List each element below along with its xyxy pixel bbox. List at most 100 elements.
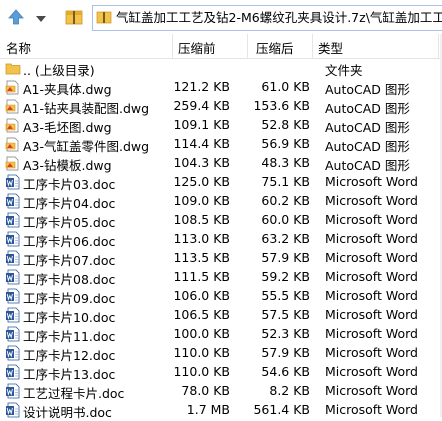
file-row[interactable]: 工序卡片07.doc 113.5 KB 57.9 KB Microsoft Word [0, 249, 442, 268]
file-packed-size: 54.6 KB [261, 364, 310, 379]
word-doc-icon [5, 193, 21, 209]
word-doc-icon [5, 174, 21, 190]
file-name: 工艺过程卡片.doc [23, 386, 125, 401]
file-type: AutoCAD 图形 [325, 101, 410, 116]
column-packed[interactable]: 压缩后 [256, 38, 294, 57]
file-row[interactable]: 设计说明书.doc 1.7 MB 561.4 KB Microsoft Word [0, 401, 442, 420]
file-name: 工序卡片08.doc [23, 272, 116, 287]
up-arrow-icon[interactable] [6, 7, 26, 27]
file-packed-size: 52.3 KB [261, 326, 310, 341]
word-doc-icon [5, 231, 21, 247]
file-size: 113.5 KB [173, 250, 230, 265]
word-doc-icon [5, 212, 21, 228]
file-type: Microsoft Word [325, 174, 418, 189]
file-row[interactable]: 工序卡片10.doc 106.5 KB 57.5 KB Microsoft Word [0, 306, 442, 325]
file-row[interactable]: 工序卡片12.doc 110.0 KB 57.9 KB Microsoft Word [0, 344, 442, 363]
word-doc-icon [5, 402, 21, 418]
file-type: Microsoft Word [325, 307, 418, 322]
file-name: 工序卡片10.doc [23, 310, 116, 325]
file-size: 111.5 KB [173, 269, 230, 284]
word-doc-icon [5, 345, 21, 361]
file-list: .. (上级目录) 文件夹 A1-夹具体.dwg 121.2 KB 61.0 KB Aut… [0, 59, 442, 420]
file-row[interactable]: A3-毛坯图.dwg 109.1 KB 52.8 KB AutoCAD 图形 [0, 116, 442, 135]
file-row[interactable]: A3-气缸盖零件图.dwg 114.4 KB 56.9 KB AutoCAD 图形 [0, 135, 442, 154]
dwg-file-icon [5, 117, 21, 133]
file-packed-size: 52.8 KB [261, 117, 310, 132]
file-row[interactable]: 工序卡片13.doc 110.0 KB 54.6 KB Microsoft Word [0, 363, 442, 382]
file-name: 工序卡片07.doc [23, 253, 116, 268]
file-name: 工序卡片09.doc [23, 291, 116, 306]
file-packed-size: 57.9 KB [261, 345, 310, 360]
file-row[interactable]: 工序卡片11.doc 100.0 KB 52.3 KB Microsoft Word [0, 325, 442, 344]
file-size: 125.0 KB [173, 174, 230, 189]
column-size[interactable]: 压缩前 [178, 38, 216, 57]
dwg-file-icon [5, 136, 21, 152]
folder-up-icon [5, 60, 21, 76]
file-row[interactable]: 工序卡片04.doc 109.0 KB 60.2 KB Microsoft Word [0, 192, 442, 211]
file-packed-size: 60.2 KB [261, 193, 310, 208]
file-row[interactable]: 工序卡片03.doc 125.0 KB 75.1 KB Microsoft Word [0, 173, 442, 192]
column-name[interactable]: 名称 [6, 38, 31, 57]
file-type: Microsoft Word [325, 212, 418, 227]
file-type: Microsoft Word [325, 383, 418, 398]
file-type: Microsoft Word [325, 250, 418, 265]
file-packed-size: 57.9 KB [261, 250, 310, 265]
file-size: 109.0 KB [173, 193, 230, 208]
file-packed-size: 63.2 KB [261, 231, 310, 246]
file-size: 110.0 KB [173, 364, 230, 379]
column-type[interactable]: 类型 [318, 38, 343, 57]
file-type: Microsoft Word [325, 288, 418, 303]
file-row[interactable]: A1-夹具体.dwg 121.2 KB 61.0 KB AutoCAD 图形 [0, 78, 442, 97]
file-name: 工序卡片05.doc [23, 215, 116, 230]
file-row[interactable]: 工序卡片09.doc 106.0 KB 55.5 KB Microsoft Word [0, 287, 442, 306]
file-size: 104.3 KB [173, 155, 230, 170]
file-packed-size: 60.0 KB [261, 212, 310, 227]
dwg-file-icon [5, 98, 21, 114]
file-name: 工序卡片04.doc [23, 196, 116, 211]
file-name: A3-气缸盖零件图.dwg [23, 139, 150, 154]
parent-directory-row[interactable]: .. (上级目录) 文件夹 [0, 59, 442, 78]
archive-icon [65, 10, 83, 25]
file-row[interactable]: 工艺过程卡片.doc 78.0 KB 8.2 KB Microsoft Word [0, 382, 442, 401]
word-doc-icon [5, 364, 21, 380]
file-size: 106.5 KB [173, 307, 230, 322]
file-row[interactable]: 工序卡片05.doc 108.5 KB 60.0 KB Microsoft Word [0, 211, 442, 230]
file-size: 110.0 KB [173, 345, 230, 360]
file-name: 工序卡片11.doc [23, 329, 116, 344]
file-type: AutoCAD 图形 [325, 82, 410, 97]
word-doc-icon [5, 326, 21, 342]
file-packed-size: 153.6 KB [253, 98, 310, 113]
archive-path-icon [96, 11, 112, 24]
word-doc-icon [5, 383, 21, 399]
file-packed-size: 8.2 KB [269, 383, 310, 398]
file-name: 工序卡片06.doc [23, 234, 116, 249]
file-size: 113.0 KB [173, 231, 230, 246]
file-row[interactable]: A1-钻夹具装配图.dwg 259.4 KB 153.6 KB AutoCAD 图形 [0, 97, 442, 116]
file-type: Microsoft Word [325, 269, 418, 284]
file-type: Microsoft Word [325, 231, 418, 246]
file-row[interactable]: 工序卡片08.doc 111.5 KB 59.2 KB Microsoft Word [0, 268, 442, 287]
column-header: 名称 压缩前 压缩后 类型 [0, 34, 442, 59]
file-type: AutoCAD 图形 [325, 158, 410, 173]
file-type: Microsoft Word [325, 345, 418, 360]
dropdown-arrow-icon[interactable] [31, 10, 51, 30]
file-type: Microsoft Word [325, 402, 418, 417]
file-packed-size: 55.5 KB [261, 288, 310, 303]
file-name: 工序卡片13.doc [23, 367, 116, 382]
dwg-file-icon [5, 155, 21, 171]
file-row[interactable]: A3-钻模板.dwg 104.3 KB 48.3 KB AutoCAD 图形 [0, 154, 442, 173]
file-size: 259.4 KB [173, 98, 230, 113]
file-type: AutoCAD 图形 [325, 139, 410, 154]
file-packed-size: 48.3 KB [261, 155, 310, 170]
file-name: A3-钻模板.dwg [23, 158, 112, 173]
file-name: 工序卡片12.doc [23, 348, 116, 363]
file-name: 设计说明书.doc [23, 405, 112, 420]
file-packed-size: 56.9 KB [261, 136, 310, 151]
file-row[interactable]: 工序卡片06.doc 113.0 KB 63.2 KB Microsoft Word [0, 230, 442, 249]
dwg-file-icon [5, 79, 21, 95]
address-bar[interactable]: 气缸盖加工工艺及钻2-M6螺纹孔夹具设计.7z\气缸盖加工工艺 [92, 5, 442, 31]
file-size: 121.2 KB [173, 79, 230, 94]
file-size: 106.0 KB [173, 288, 230, 303]
file-type: Microsoft Word [325, 364, 418, 379]
word-doc-icon [5, 250, 21, 266]
